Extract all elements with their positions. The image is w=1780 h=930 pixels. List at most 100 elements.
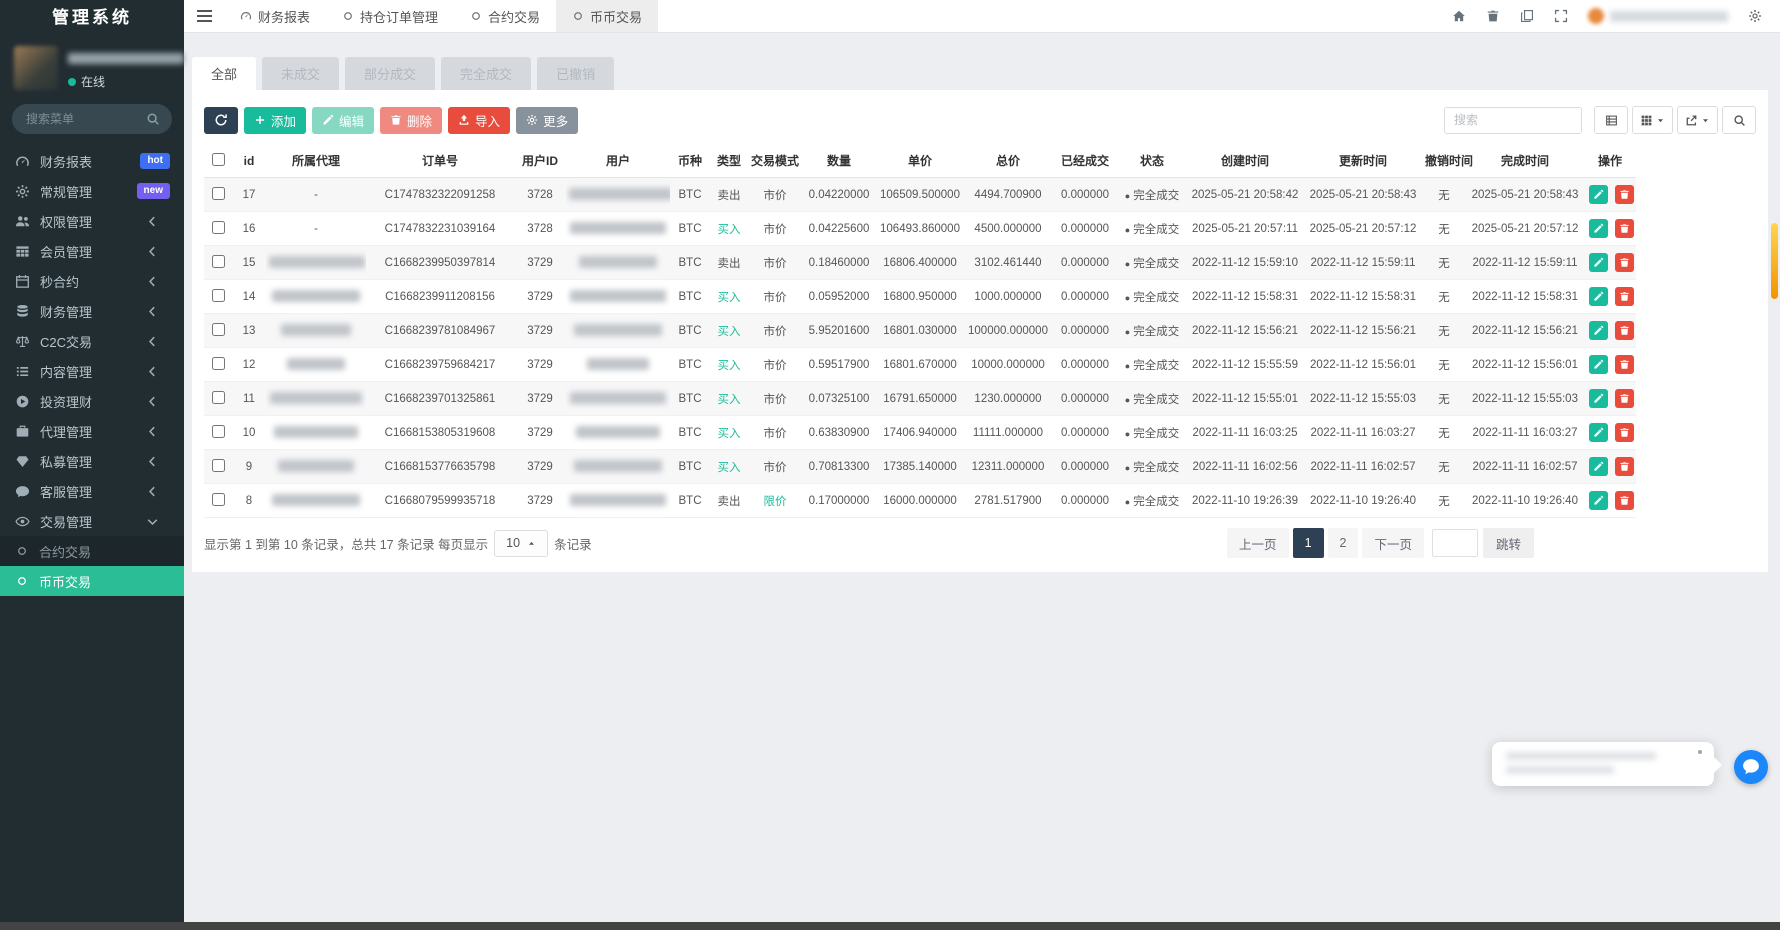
row-edit-button[interactable] [1589, 253, 1608, 272]
nav-tab-2[interactable]: 合约交易 [454, 0, 556, 32]
actions-cell [1584, 314, 1636, 348]
sidebar-item-1[interactable]: 常规管理 new [0, 176, 184, 206]
agent-name-redacted [287, 358, 345, 370]
mode-cell: 市价 [748, 450, 802, 484]
column-header: 完成时间 [1466, 144, 1584, 178]
row-edit-button[interactable] [1589, 457, 1608, 476]
nav-tab-0[interactable]: 财务报表 [224, 0, 326, 32]
filter-tab-1[interactable]: 未成交 [262, 57, 339, 90]
copy-pages-icon[interactable] [1512, 0, 1542, 33]
sidebar-item-6[interactable]: C2C交易 [0, 326, 184, 356]
status-cell: ●完全成交 [1118, 382, 1186, 416]
select-all-checkbox[interactable] [212, 153, 225, 166]
id-cell: 10 [232, 416, 266, 450]
page-button-1[interactable]: 1 [1293, 528, 1324, 558]
row-delete-button[interactable] [1615, 219, 1634, 238]
row-delete-button[interactable] [1615, 457, 1634, 476]
sidebar-item-9[interactable]: 代理管理 [0, 416, 184, 446]
sidebar-item-2[interactable]: 权限管理 [0, 206, 184, 236]
hamburger-menu-icon[interactable] [184, 0, 224, 32]
more-button[interactable]: 更多 [516, 107, 578, 134]
row-checkbox[interactable] [212, 255, 225, 268]
sidebar-item-5[interactable]: 财务管理 [0, 296, 184, 326]
nav-tab-1[interactable]: 持仓订单管理 [326, 0, 454, 32]
cancelled-cell: 无 [1422, 416, 1466, 450]
sidebar-item-4[interactable]: 秒合约 [0, 266, 184, 296]
status-cell: ●完全成交 [1118, 246, 1186, 280]
price-cell: 16000.000000 [876, 484, 964, 518]
row-checkbox-cell [204, 178, 232, 212]
row-edit-button[interactable] [1589, 185, 1608, 204]
settings-gears-icon[interactable] [1740, 0, 1770, 33]
sidebar-item-3[interactable]: 会员管理 [0, 236, 184, 266]
row-checkbox[interactable] [212, 459, 225, 472]
horizontal-scrollbar-track[interactable] [0, 922, 1780, 930]
filter-tab-0[interactable]: 全部 [192, 57, 256, 90]
row-checkbox[interactable] [212, 425, 225, 438]
submenu-item-1[interactable]: 币币交易 [0, 566, 184, 596]
chat-widget-button[interactable] [1734, 750, 1768, 784]
row-edit-button[interactable] [1589, 389, 1608, 408]
row-delete-button[interactable] [1615, 389, 1634, 408]
sidebar-item-0[interactable]: 财务报表 hot [0, 146, 184, 176]
row-checkbox[interactable] [212, 187, 225, 200]
caret-down-icon [1701, 116, 1710, 125]
edit-button[interactable]: 编辑 [312, 107, 374, 134]
price-cell: 106493.860000 [876, 212, 964, 246]
sidebar-item-12[interactable]: 交易管理 [0, 506, 184, 536]
row-checkbox[interactable] [212, 323, 225, 336]
row-edit-button[interactable] [1589, 219, 1608, 238]
filter-tab-2[interactable]: 部分成交 [345, 57, 435, 90]
topbar-user[interactable] [1588, 8, 1728, 24]
sidebar-item-10[interactable]: 私募管理 [0, 446, 184, 476]
jump-page-input[interactable] [1432, 529, 1478, 557]
trash-icon[interactable] [1478, 0, 1508, 33]
search-button[interactable] [1722, 106, 1756, 134]
row-checkbox-cell [204, 280, 232, 314]
home-icon[interactable] [1444, 0, 1474, 33]
import-button[interactable]: 导入 [448, 107, 510, 134]
detail-view-button[interactable] [1594, 106, 1628, 134]
sidebar-item-7[interactable]: 内容管理 [0, 356, 184, 386]
row-checkbox[interactable] [212, 493, 225, 506]
submenu-item-0[interactable]: 合约交易 [0, 536, 184, 566]
fullscreen-icon[interactable] [1546, 0, 1576, 33]
delete-button[interactable]: 删除 [380, 107, 442, 134]
row-delete-button[interactable] [1615, 423, 1634, 442]
row-checkbox[interactable] [212, 289, 225, 302]
row-edit-button[interactable] [1589, 491, 1608, 510]
page-size-select[interactable]: 10 [494, 530, 548, 557]
row-delete-button[interactable] [1615, 491, 1634, 510]
vertical-scrollbar-thumb[interactable] [1771, 223, 1778, 299]
row-checkbox[interactable] [212, 357, 225, 370]
sidebar-item-11[interactable]: 客服管理 [0, 476, 184, 506]
row-edit-button[interactable] [1589, 321, 1608, 340]
add-button[interactable]: 添加 [244, 107, 306, 134]
row-checkbox[interactable] [212, 221, 225, 234]
refresh-button[interactable] [204, 107, 238, 134]
nav-tab-3[interactable]: 币币交易 [556, 0, 658, 32]
columns-toggle-button[interactable] [1632, 106, 1673, 134]
export-button[interactable] [1677, 106, 1718, 134]
row-edit-button[interactable] [1589, 355, 1608, 374]
row-checkbox[interactable] [212, 391, 225, 404]
header-checkbox-cell [204, 144, 232, 178]
row-delete-button[interactable] [1615, 185, 1634, 204]
row-edit-button[interactable] [1589, 423, 1608, 442]
filter-tab-4[interactable]: 已撤销 [537, 57, 614, 90]
row-delete-button[interactable] [1615, 287, 1634, 306]
row-delete-button[interactable] [1615, 355, 1634, 374]
page-button-2[interactable]: 2 [1328, 528, 1359, 558]
row-checkbox-cell [204, 450, 232, 484]
sidebar-item-8[interactable]: 投资理财 [0, 386, 184, 416]
prev-page-button[interactable]: 上一页 [1227, 528, 1289, 558]
side-cell: 买入 [710, 280, 748, 314]
chat-tooltip-close-dot[interactable] [1698, 750, 1702, 754]
next-page-button[interactable]: 下一页 [1362, 528, 1424, 558]
table-search-input[interactable] [1444, 107, 1582, 134]
row-delete-button[interactable] [1615, 253, 1634, 272]
row-delete-button[interactable] [1615, 321, 1634, 340]
filter-tab-3[interactable]: 完全成交 [441, 57, 531, 90]
jump-button[interactable]: 跳转 [1483, 528, 1534, 558]
row-edit-button[interactable] [1589, 287, 1608, 306]
